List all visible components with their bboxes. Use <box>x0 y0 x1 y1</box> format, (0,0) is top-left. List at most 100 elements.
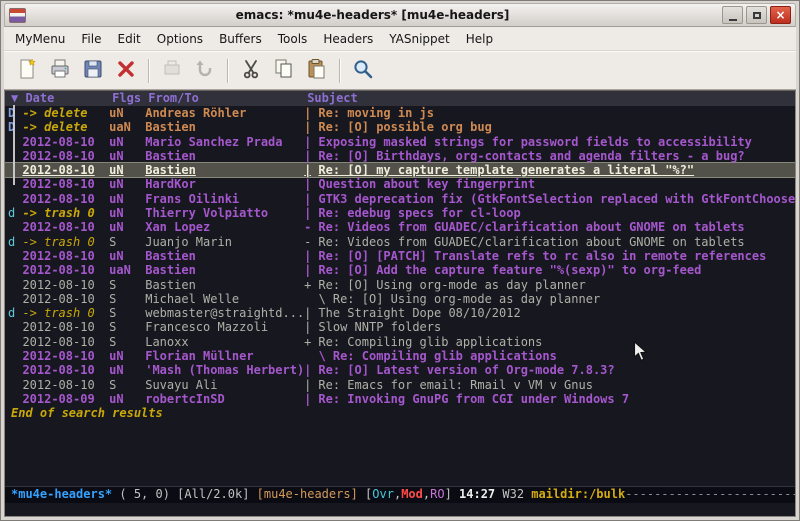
message-subject: Re: [O] my capture template generates a … <box>318 163 795 177</box>
message-row[interactable]: 2012-08-10uaNBastien|Re: [O] Add the cap… <box>5 263 795 277</box>
menu-mymenu[interactable]: MyMenu <box>7 29 73 49</box>
message-flags: uN <box>109 106 145 120</box>
message-row[interactable]: 2012-08-10SFrancesco Mazzoli|Slow NNTP f… <box>5 320 795 334</box>
menu-help[interactable]: Help <box>458 29 501 49</box>
message-subject: Re: Compiling glib applications <box>318 335 795 349</box>
message-from: Michael Welle <box>145 292 304 306</box>
message-subject: Re: Videos from GUADEC/clarification abo… <box>318 220 795 234</box>
message-row-current[interactable]: 2012-08-10uNBastien|Re: [O] my capture t… <box>5 163 795 177</box>
open-file-icon <box>48 57 72 85</box>
message-row[interactable]: 2012-08-10uNBastien|Re: [O] [PATCH] Tran… <box>5 249 795 263</box>
message-mark <box>8 278 22 292</box>
emacs-icon <box>9 8 26 23</box>
message-mark: d <box>8 206 22 220</box>
message-subject: Re: [O] [PATCH] Translate refs to rc als… <box>318 249 795 263</box>
message-row[interactable]: 2012-08-10SBastien+Re: [O] Using org-mod… <box>5 278 795 292</box>
message-row[interactable]: d-> trash 0SJuanjo Marin-Re: Videos from… <box>5 235 795 249</box>
message-mark <box>8 263 22 277</box>
cut-button[interactable] <box>234 56 267 86</box>
open-file-button[interactable] <box>43 56 76 86</box>
message-row[interactable]: D-> deleteuaNBastien|Re: [O] possible or… <box>5 120 795 134</box>
message-from: Florian Müllner <box>145 349 304 363</box>
modeline-segment: ----------------------------------------… <box>625 487 795 501</box>
thread-separator: | <box>304 177 311 191</box>
message-date: -> trash 0 <box>22 235 109 249</box>
message-row[interactable]: D-> deleteuNAndreas Röhler|Re: moving in… <box>5 106 795 120</box>
message-row[interactable]: 2012-08-10uNFlorian Müllner \Re: Compili… <box>5 349 795 363</box>
title-bar[interactable]: emacs: *mu4e-headers* [mu4e-headers] × <box>4 3 796 27</box>
thread-separator: | <box>304 263 311 277</box>
message-list: D-> deleteuNAndreas Röhler|Re: moving in… <box>5 106 795 406</box>
message-date: 2012-08-10 <box>22 220 109 234</box>
message-mark <box>8 177 22 191</box>
headers-column-row: ▼ Date Flgs From/To Subject <box>5 91 795 106</box>
paste-button[interactable] <box>300 56 333 86</box>
message-row[interactable]: d-> trash 0Swebmaster@straightd...|The S… <box>5 306 795 320</box>
message-date: 2012-08-10 <box>22 320 109 334</box>
menu-options[interactable]: Options <box>149 29 211 49</box>
message-flags: uN <box>109 163 145 177</box>
message-row[interactable]: 2012-08-10SSuvayu Ali|Re: Emacs for emai… <box>5 378 795 392</box>
message-subject: GTK3 deprecation fix (GtkFontSelection r… <box>318 192 795 206</box>
undo-icon <box>193 57 217 85</box>
menu-tools[interactable]: Tools <box>270 29 316 49</box>
save-button[interactable] <box>76 56 109 86</box>
menu-headers[interactable]: Headers <box>315 29 381 49</box>
message-date: 2012-08-09 <box>22 392 109 406</box>
modeline-segment: [ <box>358 487 372 501</box>
close-button[interactable]: × <box>770 6 791 24</box>
message-date: 2012-08-10 <box>22 349 109 363</box>
search-button[interactable] <box>346 56 379 86</box>
print-icon <box>160 57 184 85</box>
message-date: 2012-08-10 <box>22 378 109 392</box>
column-flags[interactable]: Flgs <box>112 91 148 106</box>
message-row[interactable]: 2012-08-10SLanoxx+Re: Compiling glib app… <box>5 335 795 349</box>
thread-separator: - <box>304 235 311 249</box>
message-from: Bastien <box>145 278 304 292</box>
column-date[interactable]: ▼ Date <box>11 91 112 106</box>
message-row[interactable]: 2012-08-10SMichael Welle \Re: [O] Using … <box>5 292 795 306</box>
menu-yasnippet[interactable]: YASnippet <box>381 29 458 49</box>
message-from: Bastien <box>145 263 304 277</box>
search-icon <box>351 57 375 85</box>
message-flags: uN <box>109 349 145 363</box>
message-mark <box>8 363 22 377</box>
message-flags: S <box>109 278 145 292</box>
toolbar-separator <box>148 59 149 83</box>
echo-area[interactable] <box>5 503 795 516</box>
message-subject: Re: Emacs for email: Rmail v VM v Gnus <box>318 378 795 392</box>
end-of-results: End of search results <box>5 406 795 420</box>
message-row[interactable]: 2012-08-10uNMario Sanchez Prada|Exposing… <box>5 135 795 149</box>
message-subject: Re: [O] Birthdays, org-contacts and agen… <box>318 149 795 163</box>
thread-separator: | <box>304 306 311 320</box>
message-from: HardKor <box>145 177 304 191</box>
menu-edit[interactable]: Edit <box>110 29 149 49</box>
message-subject: Re: [O] Using org-mode as day planner <box>318 278 795 292</box>
copy-button[interactable] <box>267 56 300 86</box>
minimize-button[interactable] <box>722 6 743 24</box>
message-row[interactable]: 2012-08-10uN'Mash (Thomas Herbert)|Re: [… <box>5 363 795 377</box>
message-row[interactable]: 2012-08-10uNHardKor|Question about key f… <box>5 177 795 191</box>
new-file-button[interactable] <box>10 56 43 86</box>
menu-file[interactable]: File <box>73 29 109 49</box>
column-from[interactable]: From/To <box>148 91 307 106</box>
menu-buffers[interactable]: Buffers <box>211 29 270 49</box>
message-from: webmaster@straightd... <box>145 306 304 320</box>
message-from: Bastien <box>145 120 304 134</box>
column-subject[interactable]: Subject <box>307 91 358 106</box>
message-row[interactable]: 2012-08-10uNFrans Oilinki|GTK3 deprecati… <box>5 192 795 206</box>
message-row[interactable]: d-> trash 0uNThierry Volpiatto|Re: edebu… <box>5 206 795 220</box>
thread-separator: | <box>304 320 311 334</box>
modeline-segment: ( 5, 0) [All/2.0k] <box>112 487 257 501</box>
message-mark <box>8 378 22 392</box>
close-button[interactable] <box>109 56 142 86</box>
message-flags: S <box>109 320 145 334</box>
scrollbar-thumb[interactable] <box>13 105 15 185</box>
message-subject: Re: edebug specs for cl-loop <box>318 206 795 220</box>
maximize-button[interactable] <box>746 6 767 24</box>
message-row[interactable]: 2012-08-09uNrobertcInSD|Re: Invoking Gnu… <box>5 392 795 406</box>
message-row[interactable]: 2012-08-10uNBastien|Re: [O] Birthdays, o… <box>5 149 795 163</box>
message-mark <box>8 335 22 349</box>
thread-separator: + <box>304 335 311 349</box>
message-row[interactable]: 2012-08-10uNXan Lopez-Re: Videos from GU… <box>5 220 795 234</box>
